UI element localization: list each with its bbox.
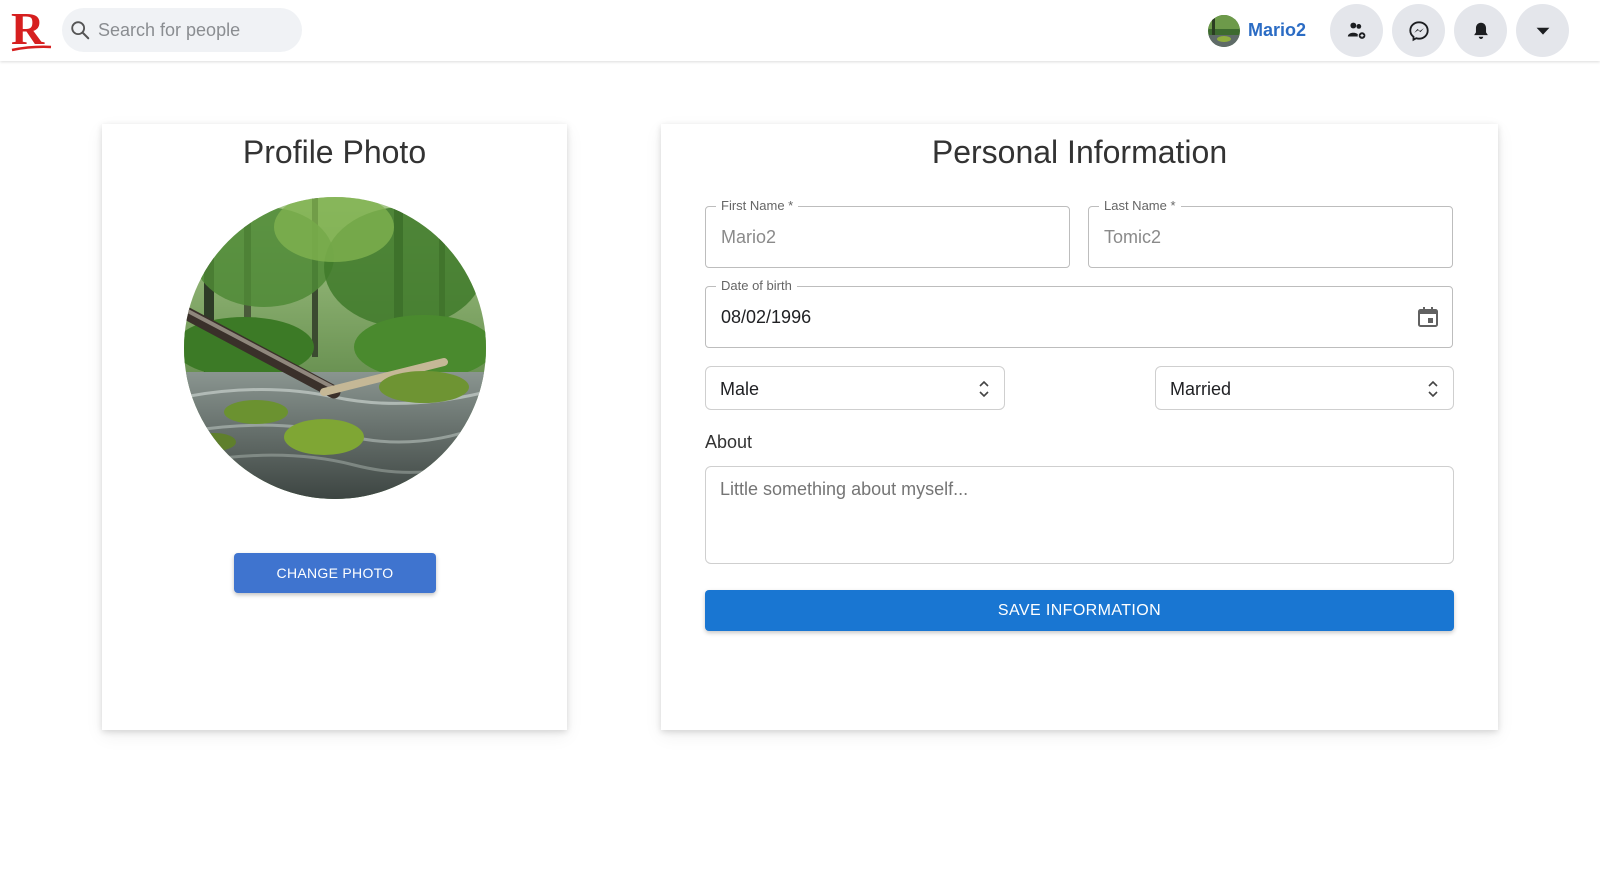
personal-information-title: Personal Information <box>931 134 1228 170</box>
messenger-button[interactable] <box>1392 4 1445 57</box>
last-name-label: Last Name * <box>1099 198 1181 213</box>
notifications-button[interactable] <box>1454 4 1507 57</box>
chevron-up-down-icon <box>1428 380 1438 398</box>
first-name-field[interactable]: First Name * Mario2 <box>705 198 1070 268</box>
gender-value: Male <box>720 379 760 399</box>
date-of-birth-label: Date of birth <box>716 278 797 293</box>
date-of-birth-value[interactable]: 08/02/1996 <box>721 307 811 328</box>
account-menu-button[interactable] <box>1516 4 1569 57</box>
top-navigation-bar: R Mario2 <box>0 0 1600 61</box>
date-of-birth-field[interactable]: Date of birth 08/02/1996 <box>705 278 1453 348</box>
first-name-label: First Name * <box>716 198 799 213</box>
relationship-status-select[interactable]: Married <box>1155 366 1454 410</box>
about-textarea[interactable] <box>705 466 1454 564</box>
user-profile-link[interactable]: Mario2 <box>1208 14 1306 47</box>
profile-photo-title: Profile Photo <box>242 134 427 170</box>
user-name: Mario2 <box>1248 20 1307 40</box>
last-name-field[interactable]: Last Name * Tomic2 <box>1088 198 1453 268</box>
avatar <box>1208 14 1240 47</box>
first-name-value[interactable]: Mario2 <box>721 227 776 248</box>
friend-requests-button[interactable] <box>1330 4 1383 57</box>
relationship-status-value: Married <box>1170 379 1232 399</box>
caret-down-icon <box>1536 27 1549 35</box>
last-name-value[interactable]: Tomic2 <box>1104 227 1161 248</box>
search-icon <box>71 21 90 40</box>
personal-information-card: Personal Information First Name * Mario2… <box>661 124 1498 730</box>
profile-photo-card: Profile Photo CHANGE PHOTO <box>102 124 567 730</box>
friend-requests-icon <box>1347 22 1366 40</box>
chevron-up-down-icon <box>979 380 989 398</box>
search-input[interactable] <box>98 8 294 52</box>
gender-select[interactable]: Male <box>705 366 1005 410</box>
profile-photo <box>184 197 486 499</box>
search-box <box>62 8 302 52</box>
calendar-icon[interactable] <box>1416 305 1440 329</box>
save-information-button[interactable]: SAVE INFORMATION <box>705 590 1454 631</box>
change-photo-button[interactable]: CHANGE PHOTO <box>234 553 436 593</box>
messenger-icon <box>1408 20 1429 41</box>
bell-icon <box>1473 22 1488 39</box>
about-label: About <box>705 432 753 452</box>
r-logo-icon[interactable]: R <box>10 3 52 54</box>
